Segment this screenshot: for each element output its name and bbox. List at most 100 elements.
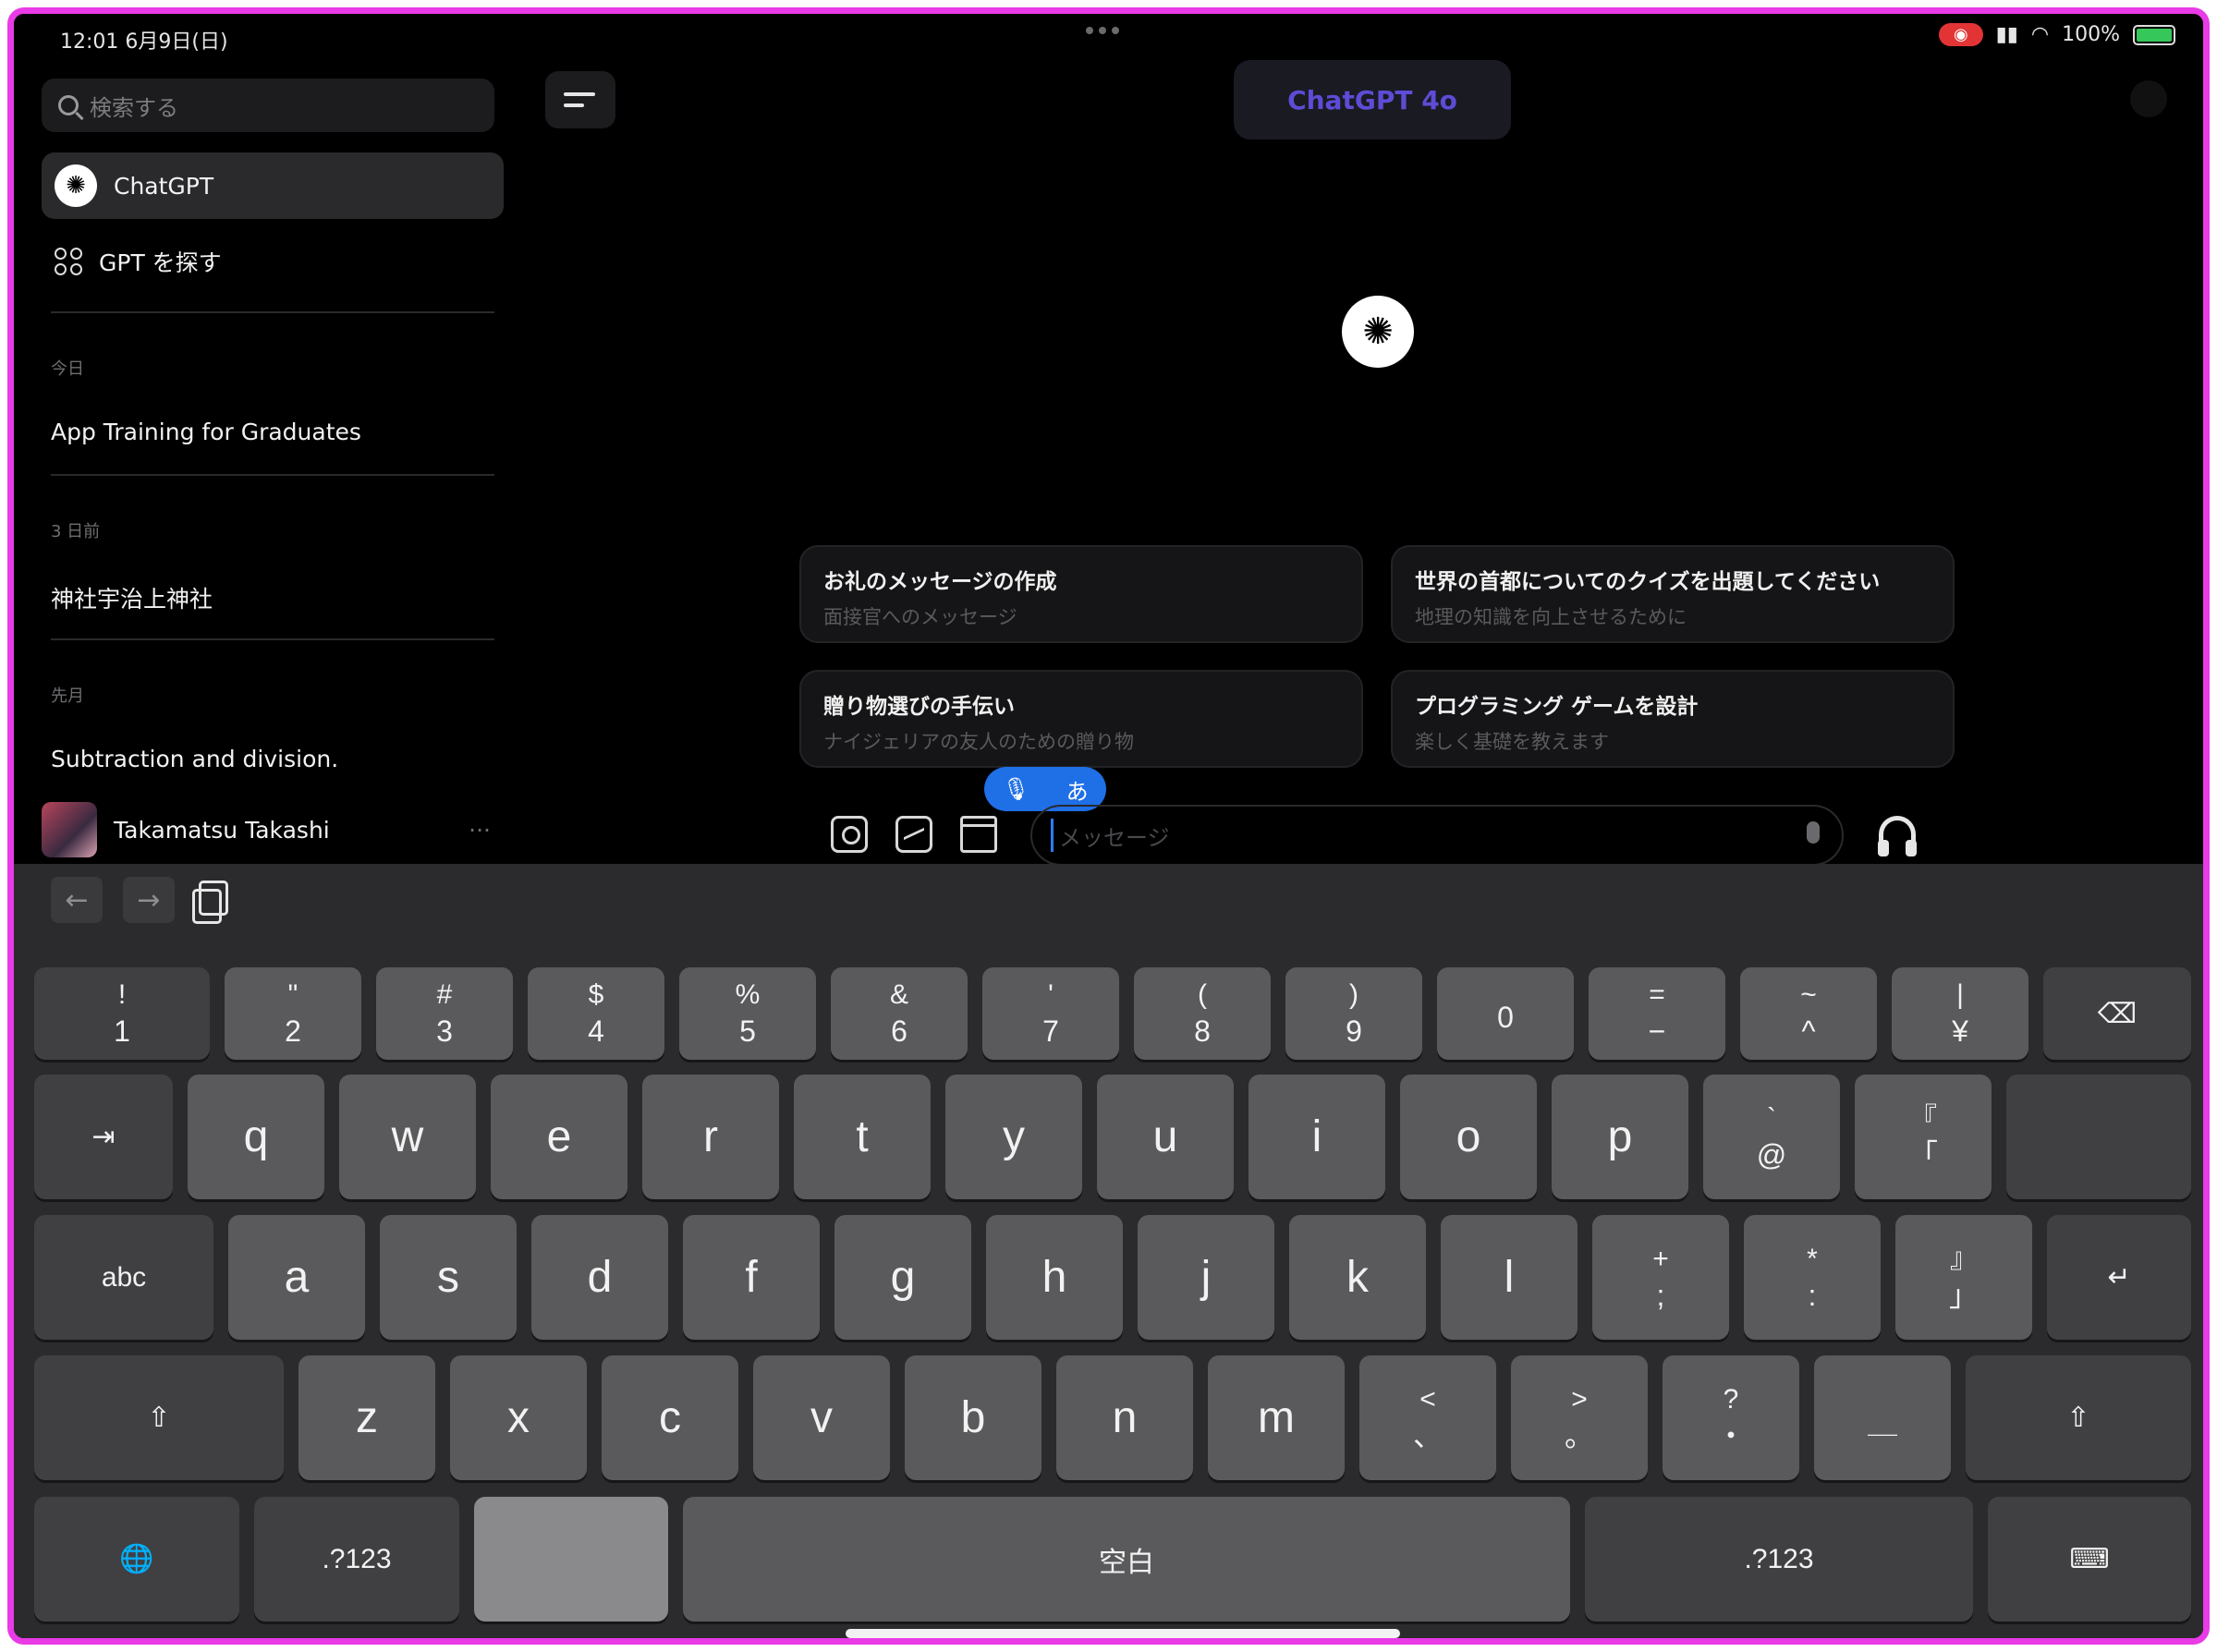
folder-icon[interactable] — [960, 816, 997, 853]
key-semicolon[interactable]: +; — [1592, 1215, 1729, 1340]
key-at[interactable]: ` @ — [1703, 1075, 1840, 1199]
key-label: b — [960, 1392, 986, 1442]
undo-button[interactable]: ← — [51, 877, 103, 923]
key-n[interactable]: n — [1056, 1355, 1193, 1480]
key-top: | — [1956, 979, 1964, 1010]
toggle-sidebar-button[interactable] — [545, 71, 615, 128]
search-input[interactable]: 検索する — [42, 79, 494, 132]
key-s[interactable]: s — [380, 1215, 517, 1340]
key-bracket-open[interactable]: 『「 — [1855, 1075, 1992, 1199]
key-underscore[interactable]: ＿ — [1814, 1355, 1951, 1480]
chat-item[interactable]: 神社宇治上神社 — [51, 581, 213, 614]
key-3[interactable]: #3 — [376, 967, 513, 1060]
home-indicator[interactable] — [846, 1629, 1400, 1638]
section-label-today: 今日 — [51, 359, 84, 379]
model-selector[interactable]: ChatGPT 4o — [1234, 60, 1511, 140]
key-m[interactable]: m — [1208, 1355, 1345, 1480]
key-period[interactable]: >。 — [1511, 1355, 1648, 1480]
numbers-key-right[interactable]: .?123 — [1585, 1497, 1973, 1622]
dictation-mic-icon[interactable] — [1807, 821, 1820, 844]
key-1[interactable]: ! 1 — [34, 967, 210, 1060]
clipboard-icon[interactable] — [192, 881, 228, 924]
suggestion-card[interactable]: 贈り物選びの手伝い ナイジェリアの友人のための贈り物 — [799, 670, 1363, 768]
numbers-key-left[interactable]: .?123 — [254, 1497, 459, 1622]
key-j[interactable]: j — [1138, 1215, 1274, 1340]
key-q[interactable]: q — [188, 1075, 324, 1199]
status-time: 12:01 6月9日(日) — [60, 30, 228, 54]
key-4[interactable]: $4 — [528, 967, 664, 1060]
chat-item[interactable]: App Training for Graduates — [51, 419, 361, 445]
new-chat-icon[interactable] — [2130, 80, 2167, 117]
microphone-icon: 🎙 — [1002, 776, 1030, 802]
key-colon[interactable]: *: — [1744, 1215, 1881, 1340]
key-7[interactable]: ' 7 — [982, 967, 1119, 1060]
sidebar-item-explore-gpts[interactable]: GPT を探す — [42, 228, 504, 295]
key-yen[interactable]: | ¥ — [1892, 967, 2028, 1060]
key-b[interactable]: b — [905, 1355, 1042, 1480]
key-r[interactable]: r — [642, 1075, 779, 1199]
redo-button[interactable]: → — [123, 877, 175, 923]
camera-icon[interactable] — [831, 816, 868, 853]
chat-item[interactable]: Subtraction and division. — [51, 746, 338, 772]
key-k[interactable]: k — [1289, 1215, 1426, 1340]
suggestion-card[interactable]: 世界の首都についてのクイズを出題してください 地理の知識を向上させるために — [1391, 545, 1955, 643]
suggestion-card[interactable]: お礼のメッセージの作成 面接官へのメッセージ — [799, 545, 1363, 643]
suggestion-title: お礼のメッセージの作成 — [823, 570, 1057, 594]
key-comma[interactable]: <、 — [1359, 1355, 1496, 1480]
key-g[interactable]: g — [834, 1215, 971, 1340]
key-l[interactable]: l — [1441, 1215, 1577, 1340]
multitask-grabber[interactable] — [1086, 27, 1123, 36]
key-c[interactable]: c — [602, 1355, 738, 1480]
shift-key-right[interactable]: ⇧ — [1966, 1355, 2191, 1480]
key-5[interactable]: % 5 — [679, 967, 816, 1060]
key-v[interactable]: v — [753, 1355, 890, 1480]
key-bottom: 3 — [436, 1014, 453, 1048]
key-0[interactable]: 0 — [1437, 967, 1574, 1060]
key-d[interactable]: d — [531, 1215, 668, 1340]
key-w[interactable]: w — [339, 1075, 476, 1199]
key-9[interactable]: ) 9 — [1285, 967, 1422, 1060]
user-profile[interactable]: Takamatsu Takashi ··· — [42, 799, 504, 860]
key-o[interactable]: o — [1400, 1075, 1537, 1199]
return-key-upper[interactable] — [2006, 1075, 2191, 1199]
shift-key-left[interactable]: ⇧ — [34, 1355, 284, 1480]
key-question[interactable]: ? ・ — [1663, 1355, 1799, 1480]
photo-icon[interactable] — [895, 816, 932, 853]
space-key[interactable]: 空白 — [683, 1497, 1570, 1622]
dictation-key[interactable] — [474, 1497, 668, 1622]
key-minus[interactable]: = − — [1589, 967, 1725, 1060]
key-z[interactable]: z — [298, 1355, 435, 1480]
more-icon[interactable]: ··· — [469, 817, 491, 844]
tab-key[interactable]: ⇥ — [34, 1075, 173, 1199]
abc-key[interactable]: abc — [34, 1215, 213, 1340]
key-x[interactable]: x — [450, 1355, 587, 1480]
shift-icon: ⇧ — [2066, 1403, 2090, 1433]
return-key[interactable]: ↵ — [2047, 1215, 2191, 1340]
key-caret[interactable]: ~ ^ — [1740, 967, 1877, 1060]
divider — [51, 474, 494, 476]
globe-key[interactable]: 🌐 — [34, 1497, 239, 1622]
voice-mode-headphones-icon[interactable] — [1878, 816, 1917, 856]
sidebar-item-chatgpt[interactable]: ✺ ChatGPT — [42, 152, 504, 219]
key-bracket-close[interactable]: 』」 — [1895, 1215, 2032, 1340]
key-bottom: : — [1808, 1278, 1817, 1312]
key-top: ~ — [1800, 979, 1817, 1010]
key-u[interactable]: u — [1097, 1075, 1234, 1199]
key-f[interactable]: f — [683, 1215, 820, 1340]
key-8[interactable]: (8 — [1134, 967, 1271, 1060]
key-2[interactable]: " 2 — [225, 967, 361, 1060]
key-a[interactable]: a — [228, 1215, 365, 1340]
key-h[interactable]: h — [986, 1215, 1123, 1340]
delete-key[interactable]: ⌫ — [2043, 967, 2191, 1060]
key-t[interactable]: t — [794, 1075, 931, 1199]
key-e[interactable]: e — [491, 1075, 627, 1199]
key-p[interactable]: p — [1552, 1075, 1688, 1199]
hide-keyboard-key[interactable]: ⌨ — [1988, 1497, 2191, 1622]
screen: 12:01 6月9日(日) ◉ ▮▮ ◠ 100% 検索する ✺ ChatGPT… — [14, 14, 2203, 1638]
key-6[interactable]: & 6 — [831, 967, 968, 1060]
suggestion-card[interactable]: プログラミング ゲームを設計 楽しく基礎を教えます — [1391, 670, 1955, 768]
key-y[interactable]: y — [945, 1075, 1082, 1199]
wifi-icon: ◠ — [2030, 23, 2050, 46]
key-i[interactable]: i — [1249, 1075, 1385, 1199]
message-input[interactable]: メッセージ — [1030, 805, 1844, 866]
